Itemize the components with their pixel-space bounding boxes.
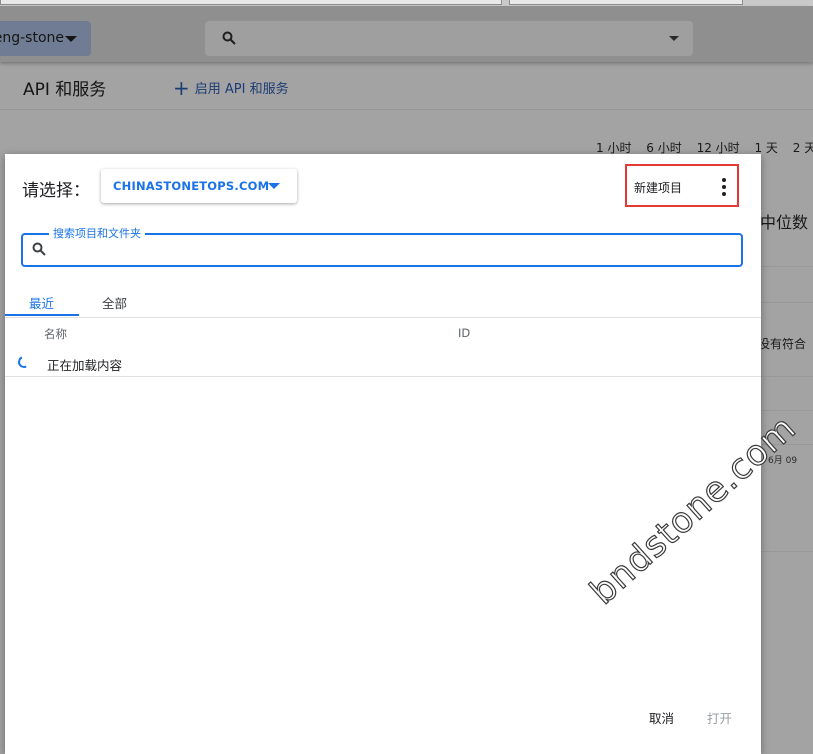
browser-search-field[interactable] — [509, 0, 743, 5]
table-divider — [760, 551, 813, 552]
column-header-name[interactable]: 名称 — [44, 326, 67, 342]
time-range-1d[interactable]: 1 天 — [754, 141, 777, 155]
chevron-down-icon — [268, 183, 280, 189]
console-top-bar: eng-stone — [0, 6, 813, 62]
cancel-button[interactable]: 取消 — [649, 708, 674, 727]
project-selector-chip[interactable]: eng-stone — [0, 21, 91, 56]
organization-name: CHINASTONETOPS.COM — [113, 179, 270, 193]
tab-all[interactable]: 全部 — [102, 293, 127, 312]
table-divider — [760, 302, 813, 303]
console-search-box[interactable] — [205, 21, 693, 56]
project-picker-dialog: 请选择： CHINASTONETOPS.COM 新建项目 搜索项目和文件夹 最近… — [5, 154, 761, 754]
browser-address-field[interactable] — [0, 0, 502, 5]
project-search-input[interactable] — [57, 239, 731, 263]
chevron-down-icon — [65, 36, 77, 42]
table-divider — [760, 266, 813, 267]
project-selector-label: eng-stone — [0, 30, 64, 46]
column-header-id[interactable]: ID — [458, 326, 470, 340]
enable-apis-label: 启用 API 和服务 — [194, 82, 289, 97]
enable-apis-button[interactable]: + 启用 API 和服务 — [173, 76, 289, 100]
plus-icon: + — [173, 76, 190, 100]
time-range-12h[interactable]: 12 小时 — [697, 141, 740, 155]
time-range-1h[interactable]: 1 小时 — [596, 141, 631, 155]
open-button[interactable]: 打开 — [707, 708, 732, 727]
active-tab-indicator — [5, 314, 79, 316]
select-label: 请选择： — [22, 181, 90, 201]
chevron-down-icon — [669, 36, 679, 41]
more-options-icon[interactable] — [722, 178, 726, 196]
search-icon — [32, 242, 46, 256]
time-range-6h[interactable]: 6 小时 — [646, 141, 681, 155]
loading-spinner-icon — [16, 354, 32, 370]
no-match-text: 没有符合 — [758, 337, 807, 351]
table-divider — [760, 410, 813, 411]
project-search-field: 搜索项目和文件夹 — [21, 225, 743, 267]
tabs-divider — [5, 317, 761, 318]
new-project-button[interactable]: 新建项目 — [634, 179, 682, 196]
header-divider — [0, 109, 813, 110]
search-icon — [222, 31, 236, 45]
loading-text: 正在加载内容 — [47, 358, 123, 373]
tab-recent[interactable]: 最近 — [29, 293, 54, 312]
page-title: API 和服务 — [23, 80, 107, 100]
time-range-2d[interactable]: 2 天 — [793, 141, 813, 155]
organization-dropdown[interactable]: CHINASTONETOPS.COM — [101, 169, 297, 203]
table-divider — [760, 376, 813, 377]
median-column-header: 中位数 — [760, 213, 809, 232]
new-project-highlight: 新建项目 — [625, 164, 739, 207]
table-divider — [5, 376, 761, 377]
